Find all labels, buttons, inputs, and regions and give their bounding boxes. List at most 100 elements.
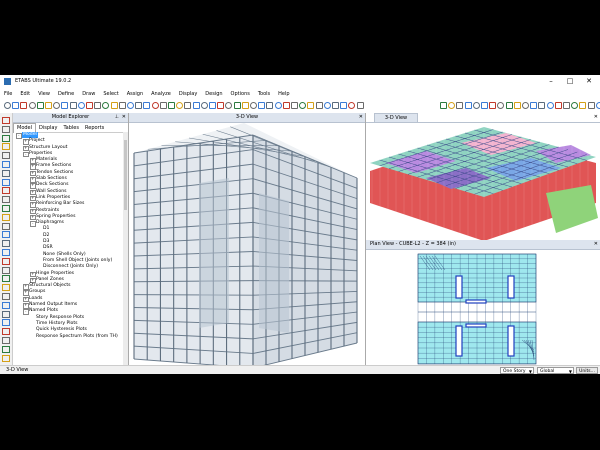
toolbar-tool-icon[interactable] — [554, 102, 562, 109]
toolbar-tool-icon[interactable] — [233, 102, 241, 109]
menu-select[interactable]: Select — [99, 89, 122, 99]
toolbar-tool-icon[interactable] — [28, 102, 36, 109]
toolbar-tool-icon[interactable] — [192, 102, 200, 109]
toolbar-tool-icon[interactable] — [151, 102, 159, 109]
draw-tool-icon[interactable] — [2, 134, 10, 142]
top-right-3d-view[interactable]: 3-D View ✕ — [366, 113, 600, 240]
menu-file[interactable]: File — [0, 89, 16, 99]
draw-tool-icon[interactable] — [2, 266, 10, 274]
toolbar-tool-icon[interactable] — [250, 102, 257, 109]
draw-tool-icon[interactable] — [2, 257, 10, 265]
toolbar-tool-icon[interactable] — [456, 102, 464, 109]
draw-tool-icon[interactable] — [2, 354, 10, 362]
scroll-thumb[interactable] — [124, 140, 127, 210]
draw-tool-icon[interactable] — [2, 345, 10, 353]
toolbar-tool-icon[interactable] — [291, 102, 298, 109]
tree-node[interactable]: Response Spectrum Plots (from TH) — [13, 334, 123, 340]
toolbar-tool-icon[interactable] — [448, 102, 456, 109]
maximize-icon[interactable]: □ — [564, 77, 576, 86]
explorer-scrollbar[interactable] — [123, 132, 128, 365]
draw-tool-icon[interactable] — [2, 161, 10, 168]
close-icon[interactable]: ✕ — [583, 77, 595, 86]
slab-3d-model[interactable] — [366, 123, 600, 240]
draw-tool-icon[interactable] — [2, 319, 10, 327]
toolbar-tool-icon[interactable] — [497, 102, 505, 109]
toolbar-tool-icon[interactable] — [217, 102, 225, 109]
toolbar-tool-icon[interactable] — [274, 102, 282, 109]
toolbar-tool-icon[interactable] — [513, 102, 521, 109]
toolbar-tool-icon[interactable] — [20, 102, 28, 109]
toolbar-tool-icon[interactable] — [505, 102, 513, 109]
toolbar-tool-icon[interactable] — [595, 102, 600, 109]
toolbar-tool-icon[interactable] — [579, 102, 587, 109]
menu-view[interactable]: View — [34, 89, 54, 99]
toolbar-tool-icon[interactable] — [159, 102, 167, 109]
toolbar-tool-icon[interactable] — [546, 102, 554, 109]
toolbar-tool-icon[interactable] — [36, 102, 44, 109]
toolbar-tool-icon[interactable] — [176, 102, 184, 109]
menu-edit[interactable]: Edit — [16, 89, 34, 99]
toolbar-tool-icon[interactable] — [299, 102, 307, 109]
toolbar-tool-icon[interactable] — [348, 102, 356, 109]
draw-tool-icon[interactable] — [2, 152, 10, 160]
draw-tool-icon[interactable] — [2, 117, 10, 124]
menu-display[interactable]: Display — [175, 89, 201, 99]
toolbar-tool-icon[interactable] — [481, 102, 488, 109]
toolbar-tool-icon[interactable] — [127, 102, 134, 109]
draw-tool-icon[interactable] — [2, 213, 10, 221]
draw-tool-icon[interactable] — [2, 293, 10, 300]
menu-design[interactable]: Design — [201, 89, 226, 99]
toolbar-tool-icon[interactable] — [241, 102, 249, 109]
toolbar-tool-icon[interactable] — [538, 102, 546, 109]
toolbar-tool-icon[interactable] — [143, 102, 151, 109]
toolbar-tool-icon[interactable] — [12, 102, 20, 109]
menu-tools[interactable]: Tools — [254, 89, 274, 99]
menu-define[interactable]: Define — [54, 89, 78, 99]
toolbar-tool-icon[interactable] — [209, 102, 216, 109]
draw-tool-icon[interactable] — [2, 275, 10, 283]
toolbar-tool-icon[interactable] — [307, 102, 315, 109]
toolbar-tool-icon[interactable] — [587, 102, 595, 109]
minimize-icon[interactable]: – — [545, 77, 557, 86]
close-icon[interactable]: ✕ — [594, 240, 598, 249]
draw-tool-icon[interactable] — [2, 187, 10, 195]
toolbar-tool-icon[interactable] — [440, 102, 447, 109]
toolbar-tool-icon[interactable] — [102, 102, 110, 109]
toolbar-tool-icon[interactable] — [258, 102, 266, 109]
draw-tool-icon[interactable] — [2, 222, 10, 230]
toolbar-tool-icon[interactable] — [522, 102, 529, 109]
floor-plan-drawing[interactable] — [366, 250, 600, 366]
toolbar-tool-icon[interactable] — [472, 102, 480, 109]
toolbar-tool-icon[interactable] — [332, 102, 339, 109]
center-3d-view[interactable]: 3-D View ✕ — [129, 113, 366, 366]
toolbar-tool-icon[interactable] — [94, 102, 102, 109]
toolbar-tool-icon[interactable] — [464, 102, 472, 109]
draw-tool-icon[interactable] — [2, 240, 10, 248]
toolbar-tool-icon[interactable] — [118, 102, 126, 109]
draw-tool-icon[interactable] — [2, 231, 10, 239]
coordinate-system-select[interactable]: Global ▼ — [537, 367, 574, 374]
toolbar-tool-icon[interactable] — [530, 102, 538, 109]
draw-tool-icon[interactable] — [2, 301, 10, 309]
toolbar-tool-icon[interactable] — [340, 102, 348, 109]
draw-tool-icon[interactable] — [2, 169, 10, 177]
toolbar-tool-icon[interactable] — [489, 102, 497, 109]
draw-tool-icon[interactable] — [2, 337, 10, 344]
toolbar-tool-icon[interactable] — [200, 102, 208, 109]
toolbar-tool-icon[interactable] — [356, 102, 364, 109]
toolbar-tool-icon[interactable] — [563, 102, 570, 109]
close-icon[interactable]: ✕ — [359, 113, 363, 122]
draw-tool-icon[interactable] — [2, 205, 10, 212]
menu-options[interactable]: Options — [227, 89, 254, 99]
draw-tool-icon[interactable] — [2, 310, 10, 318]
menu-help[interactable]: Help — [274, 89, 293, 99]
toolbar-tool-icon[interactable] — [69, 102, 77, 109]
units-button[interactable]: Units... — [576, 367, 598, 374]
draw-tool-icon[interactable] — [2, 178, 10, 186]
draw-tool-icon[interactable] — [2, 328, 10, 336]
menu-assign[interactable]: Assign — [123, 89, 147, 99]
toolbar-tool-icon[interactable] — [4, 102, 11, 109]
toolbar-tool-icon[interactable] — [168, 102, 175, 109]
toolbar-tool-icon[interactable] — [110, 102, 118, 109]
toolbar-tool-icon[interactable] — [315, 102, 323, 109]
